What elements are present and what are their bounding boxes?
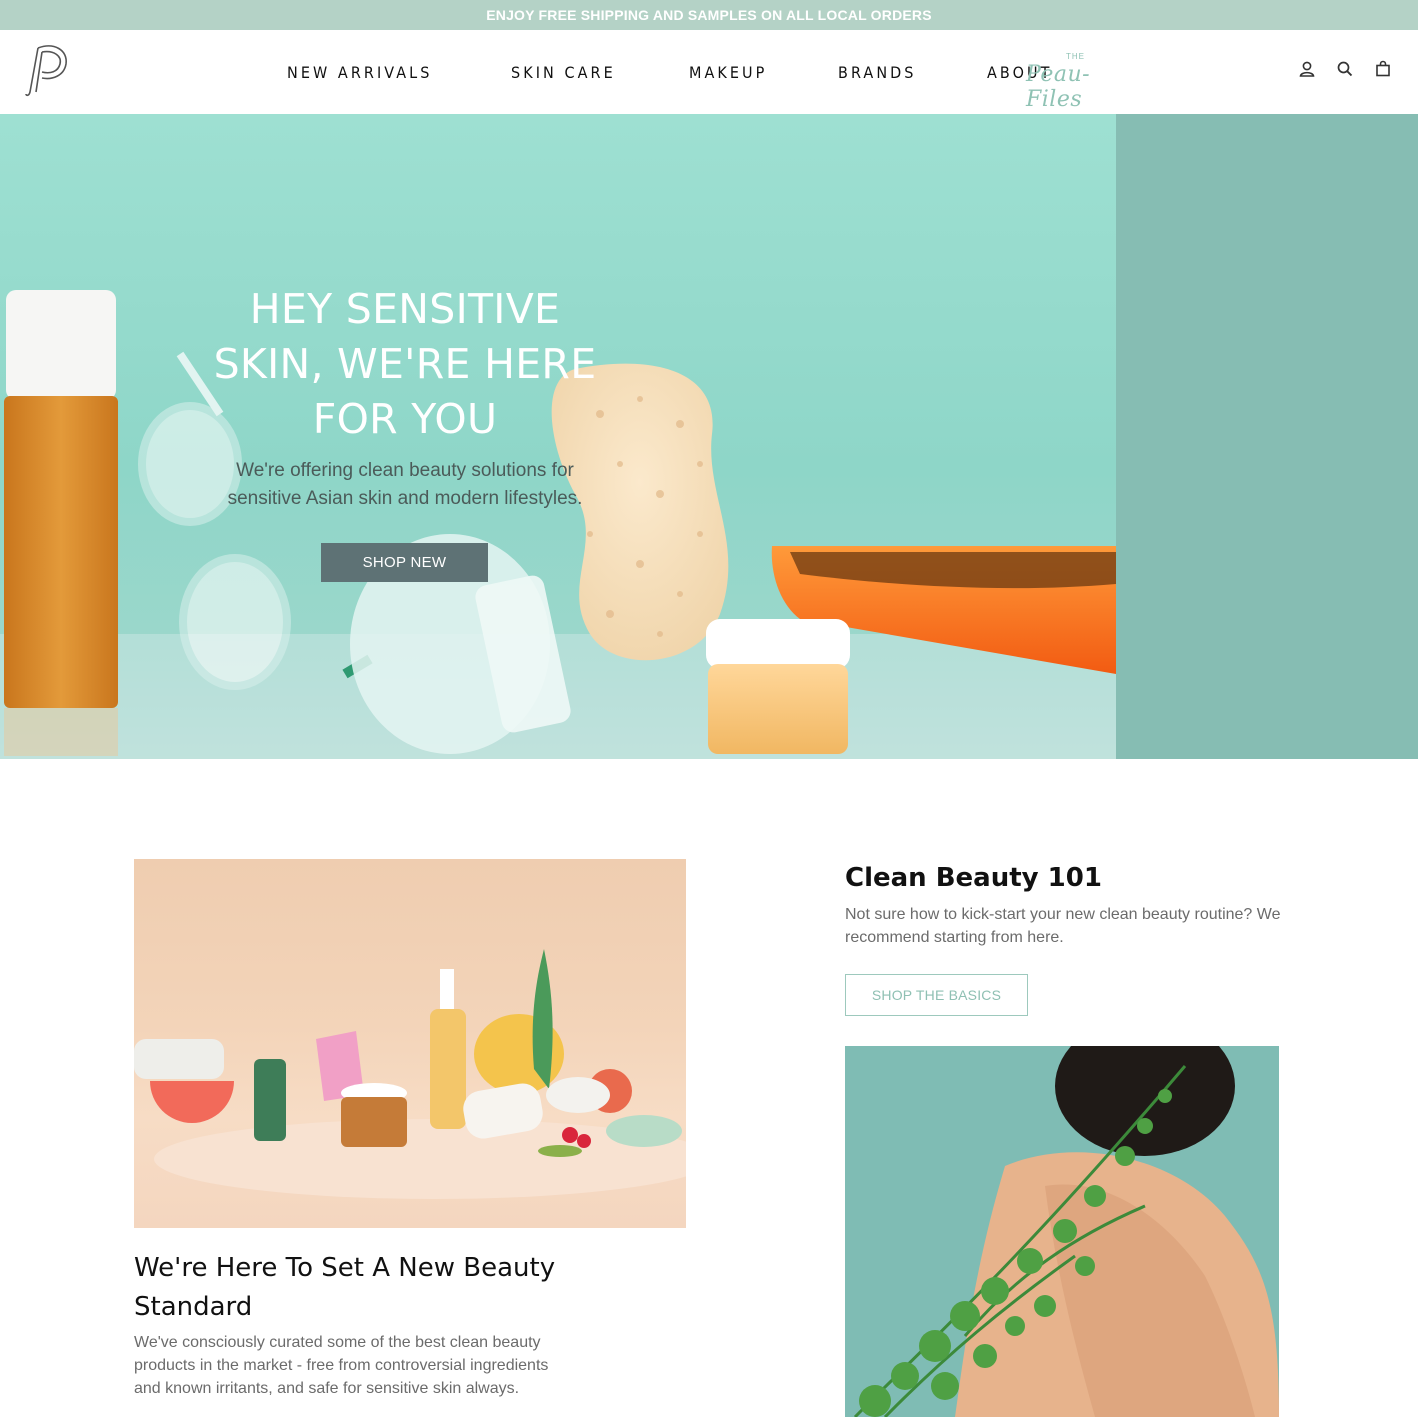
- beauty-standard-heading: We're Here To Set A New Beauty Standard: [134, 1253, 556, 1322]
- hero-side-panel: [1116, 114, 1418, 759]
- header-icons: [1298, 60, 1392, 78]
- peau-files-script: Peau-Files: [1026, 62, 1091, 112]
- account-icon[interactable]: [1298, 60, 1316, 78]
- nav-skin-care[interactable]: SKIN CARE: [511, 63, 616, 82]
- hero-banner: HEY SENSITIVE SKIN, WE'RE HERE FOR YOU W…: [0, 114, 1418, 759]
- nav-new-arrivals[interactable]: NEW ARRIVALS: [287, 63, 432, 82]
- nav-brands[interactable]: BRANDS: [838, 63, 917, 82]
- peau-files-the: THE: [1066, 52, 1085, 61]
- products-illustration: [134, 949, 686, 1199]
- cart-icon[interactable]: [1374, 60, 1392, 78]
- model-with-plant-image[interactable]: [845, 1046, 1279, 1417]
- announcement-bar: ENJOY FREE SHIPPING AND SAMPLES ON ALL L…: [0, 0, 1418, 30]
- site-header: NEW ARRIVALS SKIN CARE MAKEUP BRANDS ABO…: [0, 30, 1418, 114]
- search-icon[interactable]: [1336, 60, 1354, 78]
- hero-title: HEY SENSITIVE SKIN, WE'RE HERE FOR YOU: [213, 285, 597, 443]
- products-lifestyle-image[interactable]: [134, 859, 686, 1228]
- peau-files-link[interactable]: THE Peau-Files: [1024, 50, 1128, 112]
- clean-beauty-heading: Clean Beauty 101: [845, 863, 1102, 893]
- shop-new-button[interactable]: SHOP NEW: [321, 543, 488, 582]
- brand-logo[interactable]: [24, 42, 70, 98]
- main-nav: NEW ARRIVALS SKIN CARE MAKEUP BRANDS ABO…: [287, 30, 1122, 114]
- clean-beauty-text: Not sure how to kick-start your new clea…: [845, 906, 1281, 946]
- shop-the-basics-button[interactable]: SHOP THE BASICS: [845, 974, 1028, 1016]
- hero-subtitle: We're offering clean beauty solutions fo…: [227, 460, 583, 509]
- nav-makeup[interactable]: MAKEUP: [689, 63, 767, 82]
- model-illustration: [845, 1046, 1279, 1417]
- beauty-standard-text: We've consciously curated some of the be…: [134, 1334, 549, 1397]
